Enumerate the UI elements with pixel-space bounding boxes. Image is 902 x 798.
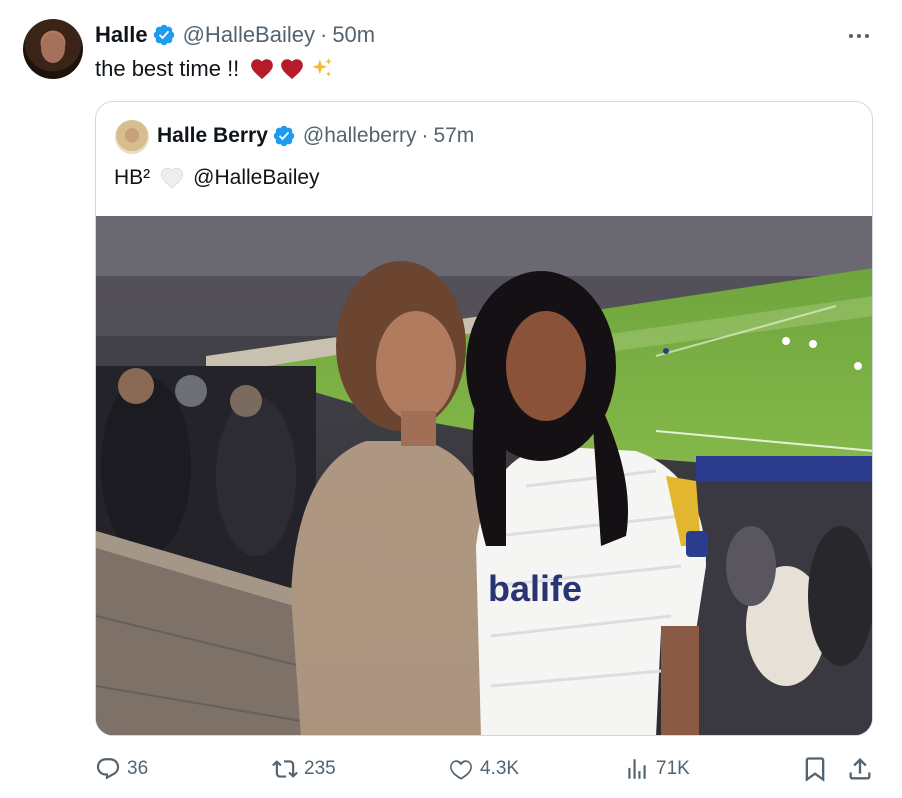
white-heart-emoji-icon xyxy=(161,167,184,189)
stadium-photo-illustration: balife xyxy=(96,216,872,735)
quoted-author-avatar[interactable] xyxy=(115,120,149,154)
separator: · xyxy=(421,124,429,147)
bookmark-icon[interactable] xyxy=(801,755,829,783)
red-heart-emoji-icon xyxy=(251,59,274,80)
sparkles-emoji-icon xyxy=(312,58,333,77)
like-button[interactable]: 4.3K xyxy=(448,752,519,786)
reply-icon xyxy=(96,758,120,780)
share-icon[interactable] xyxy=(846,755,874,783)
quoted-author-handle[interactable]: @halleberry xyxy=(303,124,417,148)
more-options-icon[interactable] xyxy=(844,26,874,46)
tweet-header: Halle @HalleBailey · 50m xyxy=(95,20,375,50)
timestamp[interactable]: 50m xyxy=(332,22,375,48)
tweet-photo[interactable]: balife xyxy=(96,216,872,735)
action-bar: 36 235 4.3K 71K xyxy=(0,752,902,786)
author-handle[interactable]: @HalleBailey xyxy=(183,22,315,48)
repost-button[interactable]: 235 xyxy=(272,752,336,786)
tweet-text: the best time !! xyxy=(95,54,335,84)
quoted-timestamp[interactable]: 57m xyxy=(433,124,474,148)
repost-icon xyxy=(272,760,298,778)
quoted-tweet-card[interactable]: Halle Berry @halleberry · 57m HB² @Halle… xyxy=(95,101,873,736)
author-avatar[interactable] xyxy=(23,19,83,79)
quoted-text-prefix: HB² xyxy=(114,166,151,189)
verified-badge-icon xyxy=(273,125,295,147)
views-button[interactable]: 71K xyxy=(624,752,690,786)
author-name[interactable]: Halle xyxy=(95,22,148,48)
views-icon xyxy=(628,759,646,779)
red-heart-emoji-icon xyxy=(281,59,304,80)
views-count: 71K xyxy=(656,758,690,779)
heart-icon xyxy=(450,760,472,780)
like-count: 4.3K xyxy=(480,758,520,779)
repost-count: 235 xyxy=(304,758,336,779)
quoted-tweet-text: HB² @HalleBailey xyxy=(114,163,320,193)
reply-count: 36 xyxy=(127,758,149,779)
quoted-tweet-header: Halle Berry @halleberry · 57m xyxy=(157,121,474,151)
svg-text:balife: balife xyxy=(488,568,582,609)
verified-badge-icon xyxy=(153,24,174,46)
mention-link[interactable]: @HalleBailey xyxy=(193,166,319,190)
separator: · xyxy=(319,22,328,47)
reply-button[interactable]: 36 xyxy=(95,752,148,786)
tweet-body: the best time !! xyxy=(95,56,240,81)
tweet[interactable]: Halle @HalleBailey · 50m the best time !… xyxy=(0,0,902,798)
quoted-author-name[interactable]: Halle Berry xyxy=(157,124,268,148)
